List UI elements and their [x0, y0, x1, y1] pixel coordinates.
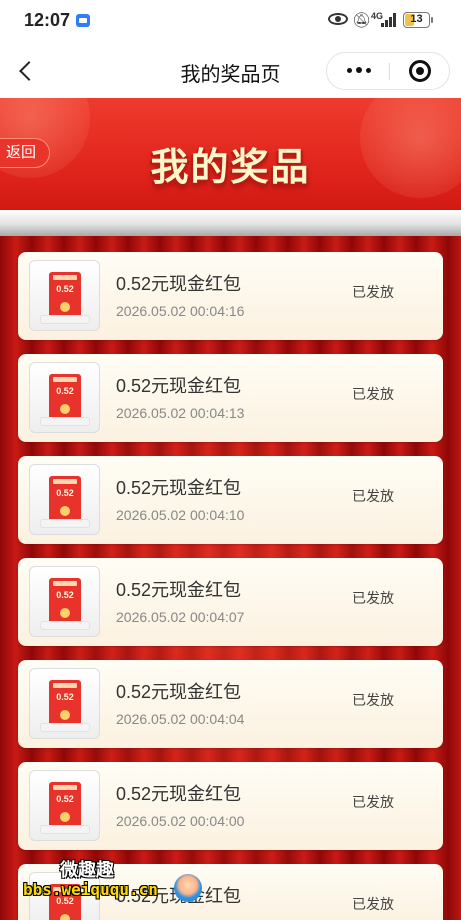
prize-status: 已发放	[352, 284, 394, 300]
banner-headline: 我的奖品	[150, 147, 311, 189]
prize-name: 0.52元现金红包	[116, 274, 242, 294]
prize-time: 2026.05.02 00:04:16	[116, 303, 245, 319]
close-mini-program-icon[interactable]	[390, 53, 450, 89]
watermark-url: bbs.weiququ.cn	[23, 880, 158, 899]
message-notification-icon	[76, 14, 90, 27]
prize-card[interactable]: 0.52 0.52元现金红包 2026.05.02 00:04:10 已发放	[18, 456, 443, 544]
mute-bell-icon: 🔕︎	[352, 12, 372, 29]
prize-status: 已发放	[352, 590, 394, 606]
prize-card[interactable]: 0.52 0.52元现金红包 2026.05.02 00:04:04 已发放	[18, 660, 443, 748]
red-envelope-icon: 0.52	[49, 578, 81, 624]
red-envelope-icon: 0.52	[49, 272, 81, 318]
prize-list: 0.52 0.52元现金红包 2026.05.02 00:04:16 已发放 0…	[18, 252, 443, 920]
red-envelope-icon: 0.52	[49, 476, 81, 522]
prize-name: 0.52元现金红包	[116, 580, 242, 600]
mascot-icon	[174, 874, 202, 902]
red-envelope-thumbnail: 0.52	[29, 362, 100, 433]
battery-level: 13	[410, 13, 423, 25]
battery-icon: 13	[403, 12, 430, 28]
eye-icon	[328, 13, 348, 25]
prize-name: 0.52元现金红包	[116, 784, 242, 804]
prize-time: 2026.05.02 00:04:07	[116, 609, 245, 625]
red-envelope-thumbnail: 0.52	[29, 260, 100, 331]
status-bar: 12:07 🔕︎ 4G 13	[0, 0, 461, 42]
prize-status: 已发放	[352, 488, 394, 504]
prize-card[interactable]: 0.52 0.52元现金红包 2026.05.02 00:04:16 已发放	[18, 252, 443, 340]
prize-time: 2026.05.02 00:04:04	[116, 711, 245, 727]
nav-bar: 我的奖品页	[0, 42, 461, 98]
more-options-button[interactable]	[327, 53, 389, 89]
red-envelope-icon: 0.52	[49, 782, 81, 828]
prize-time: 2026.05.02 00:04:13	[116, 405, 245, 421]
battery-tip	[431, 17, 433, 23]
red-envelope-thumbnail: 0.52	[29, 770, 100, 841]
prize-name: 0.52元现金红包	[116, 682, 242, 702]
prize-status: 已发放	[352, 386, 394, 402]
prize-time: 2026.05.02 00:04:10	[116, 507, 245, 523]
red-envelope-thumbnail: 0.52	[29, 566, 100, 637]
prize-status: 已发放	[352, 692, 394, 708]
prize-name: 0.52元现金红包	[116, 478, 242, 498]
status-time: 12:07	[24, 10, 71, 30]
signal-icon	[381, 13, 397, 27]
red-envelope-thumbnail: 0.52	[29, 668, 100, 739]
prize-status: 已发放	[352, 794, 394, 810]
site-watermark: 微趣趣 bbs.weiququ.cn	[20, 852, 220, 908]
prize-status: 已发放	[352, 896, 394, 912]
mini-program-capsule	[326, 52, 450, 90]
red-envelope-thumbnail: 0.52	[29, 464, 100, 535]
prize-banner: 返回 我的奖品	[0, 98, 461, 210]
banner-silver-edge	[0, 210, 461, 236]
red-envelope-icon: 0.52	[49, 680, 81, 726]
prize-card[interactable]: 0.52 0.52元现金红包 2026.05.02 00:04:07 已发放	[18, 558, 443, 646]
prize-card[interactable]: 0.52 0.52元现金红包 2026.05.02 00:04:00 已发放	[18, 762, 443, 850]
prize-time: 2026.05.02 00:04:00	[116, 813, 245, 829]
watermark-title: 微趣趣	[60, 860, 114, 880]
prize-card[interactable]: 0.52 0.52元现金红包 2026.05.02 00:04:13 已发放	[18, 354, 443, 442]
prize-name: 0.52元现金红包	[116, 376, 242, 396]
red-envelope-icon: 0.52	[49, 374, 81, 420]
